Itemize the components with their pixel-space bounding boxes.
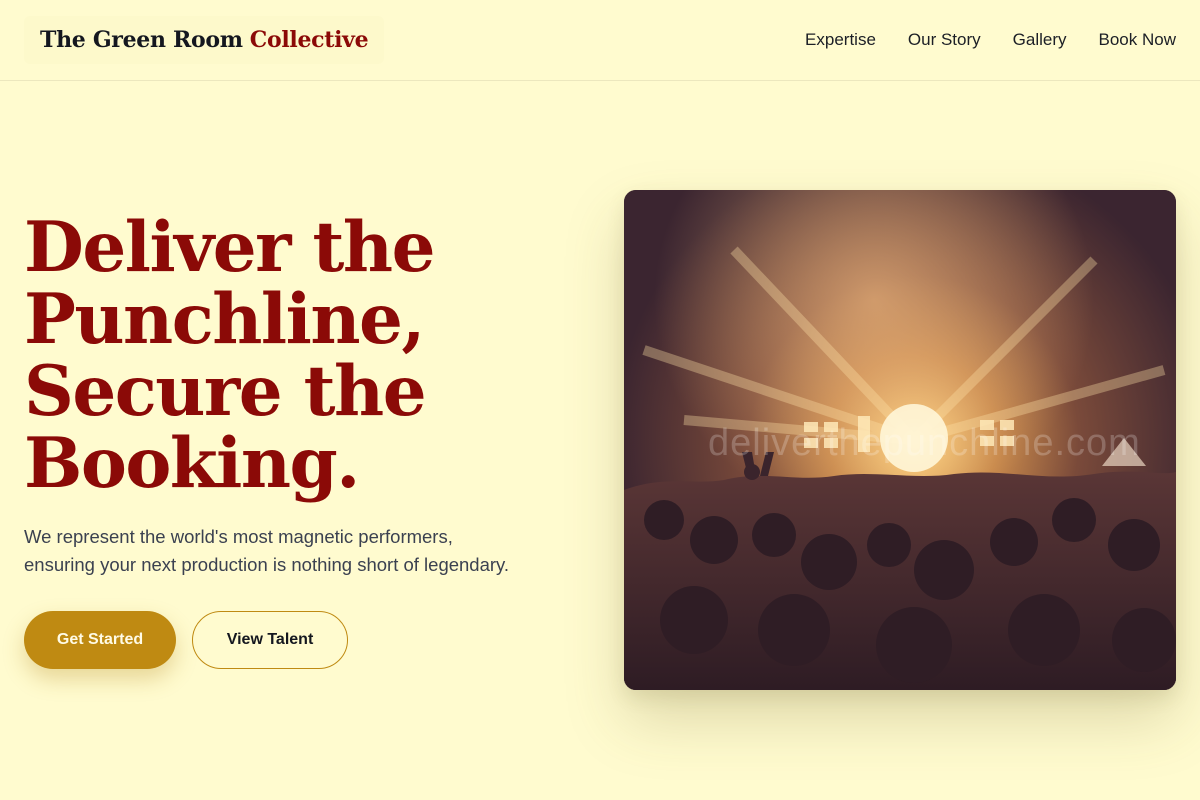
brand-accent: Collective [249, 27, 369, 53]
hero-subtitle-line: ensuring your next production is nothing… [24, 554, 510, 575]
hero-concert-image: deliverthepunchline.com [624, 190, 1176, 690]
view-talent-button[interactable]: View Talent [192, 611, 348, 669]
hero-subtitle: We represent the world's most magnetic p… [24, 523, 564, 579]
hero-title-line: Deliver the [24, 207, 435, 288]
hero-subtitle-line: We represent the world's most magnetic p… [24, 526, 453, 547]
hero-title-line: Punchline, [24, 279, 425, 360]
get-started-button[interactable]: Get Started [24, 611, 176, 669]
hero-title: Deliver the Punchline, Secure the Bookin… [24, 212, 584, 500]
nav-link-gallery[interactable]: Gallery [1013, 30, 1067, 50]
site-header: The Green Room Collective Expertise Our … [0, 0, 1200, 81]
main-nav: Expertise Our Story Gallery Book Now [805, 30, 1176, 50]
landing-page: The Green Room Collective Expertise Our … [0, 0, 1200, 800]
nav-link-book-now[interactable]: Book Now [1099, 30, 1176, 50]
brand-name: The Green Room [40, 27, 243, 53]
hero-title-line: Booking. [24, 423, 360, 504]
nav-link-our-story[interactable]: Our Story [908, 30, 981, 50]
hero-title-line: Secure the [24, 351, 427, 432]
nav-link-expertise[interactable]: Expertise [805, 30, 876, 50]
image-watermark: deliverthepunchline.com [708, 422, 1141, 464]
brand-logo[interactable]: The Green Room Collective [24, 16, 385, 64]
